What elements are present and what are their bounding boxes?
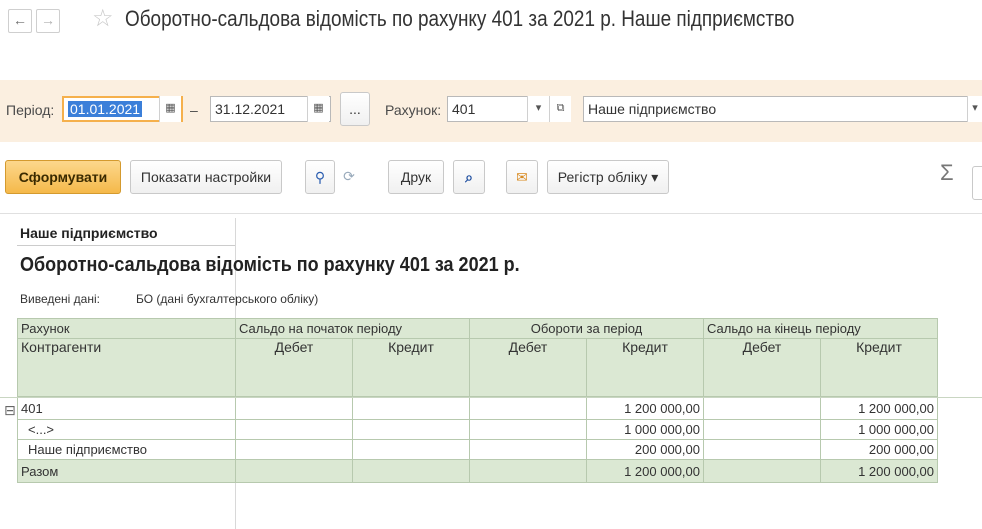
form-report-button[interactable]: Сформувати — [5, 160, 121, 194]
header-opening-credit: Кредит — [352, 338, 470, 397]
cell-opening-credit — [352, 396, 470, 420]
header-closing-debit: Дебет — [703, 338, 821, 397]
cell-turnover-debit — [469, 439, 587, 460]
report-table: Рахунок Сальдо на початок періоду Оборот… — [17, 318, 938, 483]
header-opening-balance: Сальдо на початок періоду — [235, 318, 470, 339]
header-row-1: Рахунок Сальдо на початок періоду Оборот… — [17, 318, 938, 339]
table-row[interactable]: <...> 1 000 000,00 1 000 000,00 — [17, 419, 938, 440]
report-top-divider — [0, 213, 982, 214]
account-dropdown-icon[interactable]: ▾ — [527, 96, 549, 122]
header-closing-credit: Кредит — [820, 338, 938, 397]
preview-icon[interactable]: ⌕ — [453, 160, 485, 194]
period-select-button[interactable]: ... — [340, 92, 370, 126]
cell-closing-debit — [703, 439, 821, 460]
favorite-star-icon[interactable]: ☆ — [92, 4, 114, 33]
cell-turnover-debit — [469, 419, 587, 440]
accounting-register-button[interactable]: Регістр обліку ▾ — [547, 160, 669, 194]
sum-field[interactable] — [972, 166, 982, 200]
group-row-line — [0, 397, 982, 398]
header-opening-debit: Дебет — [235, 338, 353, 397]
entered-data-label: Виведені дані: — [20, 292, 100, 306]
cell-turnover-debit — [469, 396, 587, 420]
cell-opening-debit — [235, 419, 353, 440]
cell-closing-debit — [703, 396, 821, 420]
organization-dropdown-icon[interactable]: ▾ — [967, 96, 982, 122]
date-dash: – — [190, 102, 198, 118]
report-title: Оборотно-сальдова відомість по рахунку 4… — [20, 254, 520, 276]
calendar-to-icon[interactable]: ▦ — [307, 96, 329, 122]
header-row-2: Контрагенти Дебет Кредит Дебет Кредит Де… — [17, 338, 938, 397]
period-label: Період: — [6, 102, 55, 118]
cell-closing-credit: 1 200 000,00 — [820, 396, 938, 420]
total-turnover-debit — [469, 459, 587, 483]
table-row[interactable]: Наше підприємство 200 000,00 200 000,00 — [17, 439, 938, 460]
cell-turnover-credit: 200 000,00 — [586, 439, 704, 460]
date-to-value: 31.12.2021 — [215, 101, 286, 117]
sum-icon[interactable]: Σ — [940, 160, 954, 186]
cell-closing-debit — [703, 419, 821, 440]
row-counterparty: <...> — [17, 419, 236, 440]
header-closing-balance: Сальдо на кінець періоду — [703, 318, 938, 339]
search-icon[interactable]: ⚲ — [305, 160, 335, 194]
header-counterparties: Контрагенти — [17, 338, 236, 397]
arrow-left-icon: ← — [13, 12, 27, 28]
collapse-group-icon[interactable]: ⊟ — [4, 402, 16, 419]
header-account: Рахунок — [17, 318, 236, 339]
cell-turnover-credit: 1 200 000,00 — [586, 396, 704, 420]
org-underline — [17, 245, 235, 246]
header-turnover-credit: Кредит — [586, 338, 704, 397]
date-from-value: 01.01.2021 — [68, 101, 143, 117]
cell-opening-credit — [352, 419, 470, 440]
parameters-panel: Період: 01.01.2021 ▦ – 31.12.2021 ▦ ... … — [0, 80, 982, 142]
total-opening-credit — [352, 459, 470, 483]
report-org-name: Наше підприємство — [20, 225, 158, 241]
total-row[interactable]: Разом 1 200 000,00 1 200 000,00 — [17, 459, 938, 483]
account-label: Рахунок: — [385, 102, 442, 118]
organization-field[interactable]: Наше підприємство — [583, 96, 982, 122]
back-button[interactable]: ← — [8, 9, 32, 33]
header-turnover: Обороти за період — [469, 318, 704, 339]
cell-closing-credit: 1 000 000,00 — [820, 419, 938, 440]
print-button[interactable]: Друк — [388, 160, 444, 194]
search-cancel-icon[interactable]: ⟳ — [335, 160, 363, 194]
cell-closing-credit: 200 000,00 — [820, 439, 938, 460]
more-dots-icon: ... — [349, 101, 361, 117]
cell-opening-debit — [235, 439, 353, 460]
email-icon[interactable]: ✉ — [506, 160, 538, 194]
total-opening-debit — [235, 459, 353, 483]
cell-turnover-credit: 1 000 000,00 — [586, 419, 704, 440]
organization-value: Наше підприємство — [588, 101, 717, 117]
row-counterparty: Наше підприємство — [17, 439, 236, 460]
account-open-icon[interactable]: ⧉ — [549, 96, 571, 122]
show-settings-button[interactable]: Показати настройки — [130, 160, 282, 194]
cell-opening-credit — [352, 439, 470, 460]
header-turnover-debit: Дебет — [469, 338, 587, 397]
arrow-right-icon: → — [41, 12, 55, 28]
total-turnover-credit: 1 200 000,00 — [586, 459, 704, 483]
account-value: 401 — [452, 101, 476, 117]
table-row[interactable]: 401 1 200 000,00 1 200 000,00 — [17, 396, 938, 420]
total-label: Разом — [17, 459, 236, 483]
window-title: Оборотно-сальдова відомість по рахунку 4… — [125, 6, 795, 31]
total-closing-credit: 1 200 000,00 — [820, 459, 938, 483]
total-closing-debit — [703, 459, 821, 483]
forward-button[interactable]: → — [36, 9, 60, 33]
entered-data-value: БО (дані бухгалтерського обліку) — [136, 292, 319, 306]
cell-opening-debit — [235, 396, 353, 420]
calendar-from-icon[interactable]: ▦ — [159, 96, 181, 122]
row-account: 401 — [17, 396, 236, 420]
